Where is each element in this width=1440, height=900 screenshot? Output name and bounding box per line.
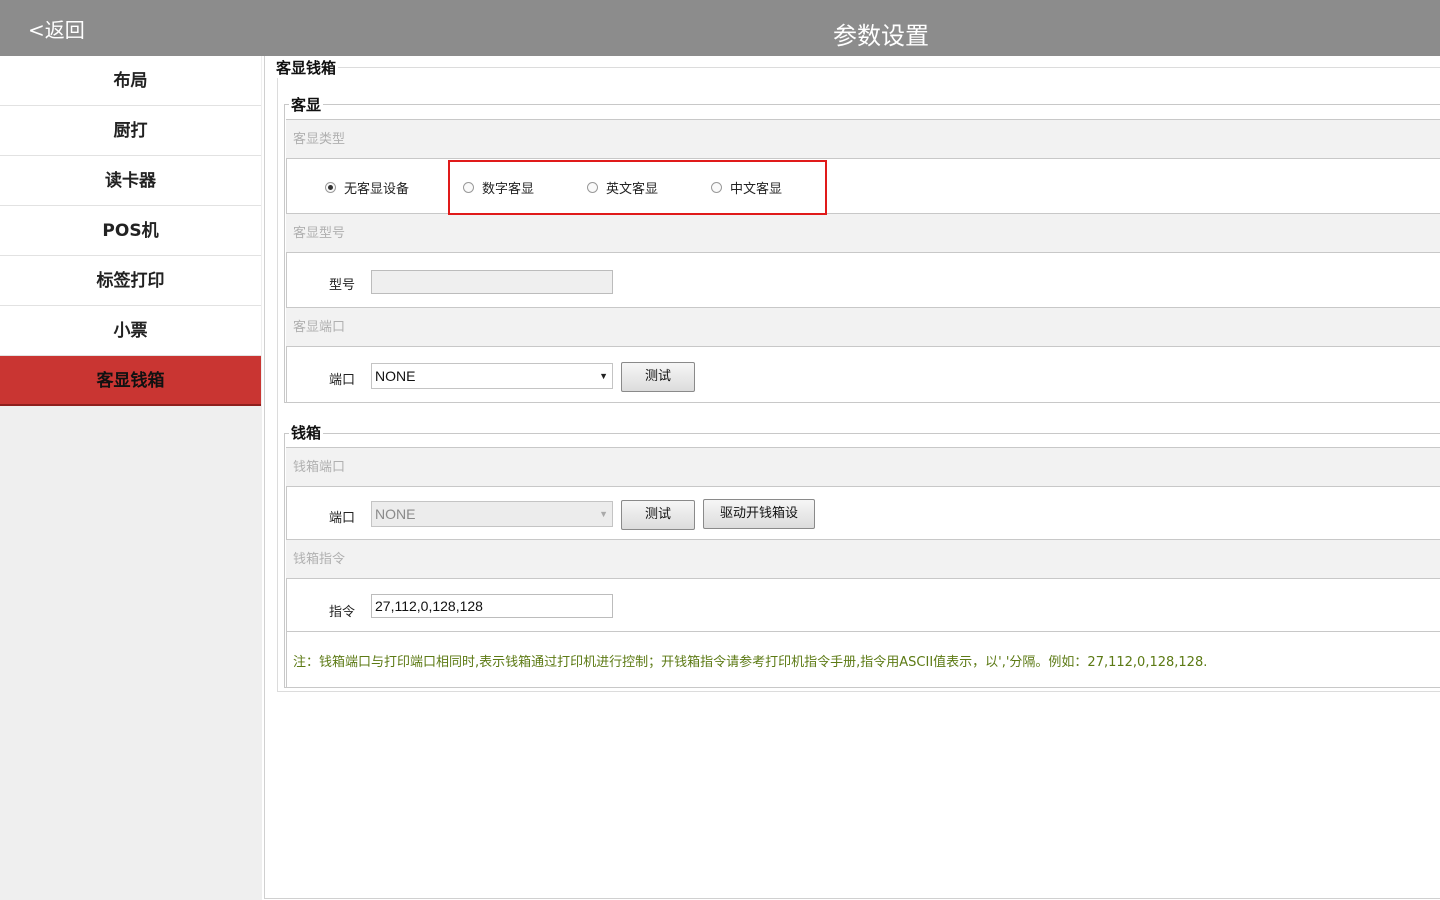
content-panel: 客显钱箱 客显 客显类型 客显型号 客显端口 钱箱 钱箱端口 钱箱指令 [264, 56, 1440, 899]
cashbox-group-title: 钱箱 [289, 422, 324, 443]
cashbox-port-header: 钱箱端口 [286, 447, 1440, 487]
highlight-box [448, 160, 827, 215]
display-group-title: 客显 [289, 94, 324, 115]
radio-selected-icon [325, 182, 336, 193]
model-label: 型号 [329, 278, 356, 293]
driver-open-cashbox-button[interactable]: 驱动开钱箱设 [703, 499, 815, 529]
sidebar-item-kitchen-print[interactable]: 厨打 [0, 106, 261, 156]
cashbox-test-button[interactable]: 测试 [621, 500, 695, 530]
cashbox-command-header: 钱箱指令 [286, 539, 1440, 579]
group-left-border [286, 119, 287, 403]
radio-label: 无客显设备 [344, 182, 410, 197]
page-title: 参数设置 [833, 22, 929, 50]
cashbox-port-label: 端口 [329, 511, 356, 526]
title-bar: <返回 参数设置 [0, 0, 1440, 56]
fieldset-title: 客显钱箱 [274, 57, 339, 78]
display-test-button[interactable]: 测试 [621, 362, 695, 392]
display-port-header: 客显端口 [286, 307, 1440, 347]
cashbox-note: 注：钱箱端口与打印端口相同时,表示钱箱通过打印机进行控制；开钱箱指令请参考打印机… [293, 655, 1208, 670]
command-label: 指令 [329, 605, 356, 620]
radio-no-display[interactable]: 无客显设备 [325, 178, 409, 198]
model-field[interactable] [371, 270, 613, 294]
sidebar-item-card-reader[interactable]: 读卡器 [0, 156, 261, 206]
command-field[interactable]: 27,112,0,128,128 [371, 594, 613, 618]
sidebar: 布局 厨打 读卡器 POS机 标签打印 小票 客显钱箱 [0, 56, 262, 900]
chevron-down-icon: ▼ [599, 509, 608, 519]
back-button[interactable]: <返回 [28, 14, 85, 43]
sidebar-item-pos[interactable]: POS机 [0, 206, 261, 256]
display-port-value: NONE [375, 368, 416, 384]
cashbox-port-select[interactable]: NONE ▼ [371, 501, 613, 527]
chevron-down-icon: ▼ [599, 371, 608, 381]
display-model-header: 客显型号 [286, 213, 1440, 253]
sidebar-item-display-cashbox[interactable]: 客显钱箱 [0, 356, 261, 406]
display-port-select[interactable]: NONE ▼ [371, 363, 613, 389]
sidebar-item-receipt[interactable]: 小票 [0, 306, 261, 356]
sidebar-item-layout[interactable]: 布局 [0, 56, 261, 106]
display-type-header: 客显类型 [286, 119, 1440, 159]
cashbox-port-value: NONE [375, 506, 416, 522]
display-port-label: 端口 [329, 373, 356, 388]
divider [286, 631, 1440, 632]
sidebar-item-label-print[interactable]: 标签打印 [0, 256, 261, 306]
